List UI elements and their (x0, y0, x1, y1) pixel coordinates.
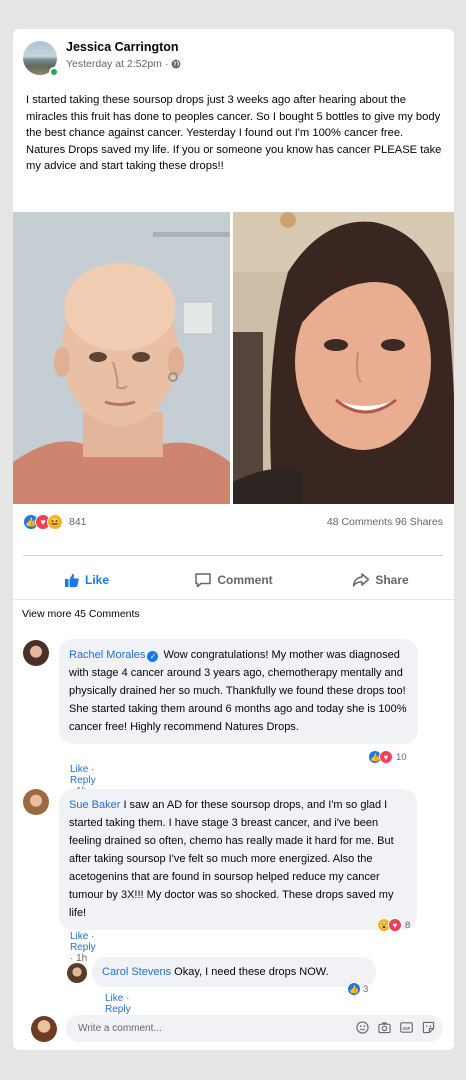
comment-like-link[interactable]: Like (70, 764, 88, 775)
comment-like-link[interactable]: Like (105, 993, 123, 1004)
comment-text: I saw an AD for these soursop drops, and… (69, 799, 394, 919)
verified-badge-icon: ✓ (147, 651, 159, 662)
comment-reaction-count: 8 (405, 919, 411, 931)
comments-count[interactable]: 48 Comments (327, 516, 392, 528)
comment-reply-link[interactable]: Reply (70, 942, 96, 953)
camera-icon[interactable] (378, 1021, 391, 1034)
post-header: Jessica Carrington Yesterday at 2:52pm · (23, 39, 443, 79)
share-button[interactable]: Share (307, 565, 454, 595)
like-button[interactable]: Like (13, 565, 160, 595)
comment-like-link[interactable]: Like (70, 931, 88, 942)
love-reaction-icon: ♥ (388, 918, 402, 932)
comment-text: Wow congratulations! My mother was diagn… (69, 649, 407, 733)
comment-input[interactable]: Write a comment... GIF (66, 1015, 443, 1042)
post-stats: 48 Comments 96 Shares (327, 516, 443, 528)
comment-reactions[interactable]: 👍 3 (347, 982, 368, 996)
like-label: Like (84, 573, 109, 587)
comment-icon (195, 573, 212, 588)
like-reaction-icon: 👍 (347, 982, 361, 996)
post-photos (13, 212, 454, 504)
post-card: Jessica Carrington Yesterday at 2:52pm ·… (13, 29, 454, 1050)
commenter-avatar[interactable] (23, 640, 49, 666)
comment-bubble: Carol Stevens Okay, I need these drops N… (92, 957, 376, 987)
comment-input-tools: GIF (356, 1021, 435, 1034)
commenter-name[interactable]: Rachel Morales (69, 649, 145, 661)
comment-reply-link[interactable]: Reply (70, 775, 96, 786)
globe-icon (172, 59, 181, 69)
haha-reaction-icon: 😆 (47, 514, 63, 530)
reaction-count[interactable]: 841 (69, 516, 87, 528)
svg-text:GIF: GIF (403, 1026, 411, 1031)
reaction-icons: 👍 ♥ 😆 (23, 514, 63, 530)
post-actions: Like Comment Share (13, 565, 454, 595)
emoji-icon[interactable] (356, 1021, 369, 1034)
love-reaction-icon: ♥ (379, 750, 393, 764)
commenter-avatar[interactable] (23, 789, 49, 815)
comment-reactions[interactable]: 😮 ♥ 8 (377, 918, 410, 932)
commenter-name[interactable]: Carol Stevens (102, 966, 171, 978)
shares-count[interactable]: 96 Shares (395, 516, 443, 528)
write-comment-row: Write a comment... GIF (13, 1014, 454, 1044)
photo-before[interactable] (13, 212, 230, 504)
post-text: I started taking these soursop drops jus… (26, 94, 442, 172)
comment-bubble: Sue Baker I saw an AD for these soursop … (59, 789, 417, 930)
comment-input-placeholder: Write a comment... (78, 1023, 162, 1034)
comment-button[interactable]: Comment (160, 565, 307, 595)
comment-text: Okay, I need these drops NOW. (174, 966, 329, 978)
photo-after[interactable] (233, 212, 454, 504)
commenter-name[interactable]: Sue Baker (69, 799, 120, 811)
divider (23, 555, 443, 556)
thumbs-up-icon (64, 573, 79, 587)
post-meta: Yesterday at 2:52pm · (66, 58, 181, 70)
reactions-summary[interactable]: 👍 ♥ 😆 841 48 Comments 96 Shares (23, 513, 443, 531)
share-icon (353, 573, 370, 587)
comment-reactions[interactable]: 👍 ♥ 10 (368, 750, 407, 764)
view-more-comments-link[interactable]: View more 45 Comments (22, 608, 140, 620)
commenter-avatar[interactable] (67, 963, 87, 983)
author-name[interactable]: Jessica Carrington (66, 40, 179, 54)
sticker-icon[interactable] (422, 1021, 435, 1034)
comment-label: Comment (217, 573, 273, 587)
photo-after-image (233, 212, 454, 504)
online-status-dot (49, 67, 59, 77)
comment-reaction-count: 10 (396, 751, 407, 763)
meta-separator: · (164, 58, 169, 70)
post-timestamp[interactable]: Yesterday at 2:52pm (66, 58, 162, 70)
divider (13, 599, 454, 600)
gif-icon[interactable]: GIF (400, 1021, 413, 1034)
comment-actions: Like · Reply · 1h (70, 931, 96, 964)
comment-reaction-count: 3 (363, 983, 369, 995)
comment-bubble: Rachel Morales ✓ Wow congratulations! My … (59, 639, 418, 744)
share-label: Share (375, 573, 409, 587)
current-user-avatar (31, 1016, 57, 1042)
photo-before-image (13, 212, 230, 504)
